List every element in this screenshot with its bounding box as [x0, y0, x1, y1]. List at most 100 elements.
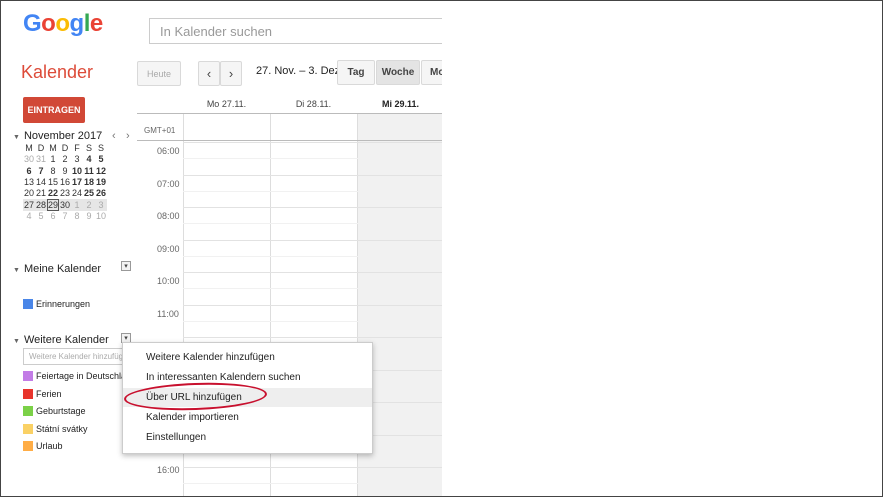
- calendar-color-swatch[interactable]: [23, 441, 33, 451]
- mini-calendar-day[interactable]: 22: [47, 188, 59, 199]
- menu-item-import-calendar[interactable]: Kalender importieren: [123, 408, 372, 427]
- mini-calendar-day[interactable]: 23: [59, 188, 71, 199]
- calendar-color-swatch[interactable]: [23, 389, 33, 399]
- calendar-item-label: Geburtstage: [36, 406, 86, 416]
- mini-calendar-day[interactable]: 9: [59, 166, 71, 177]
- mini-calendar-day[interactable]: 15: [47, 177, 59, 188]
- weekday-header: D: [61, 143, 69, 154]
- my-calendars-header[interactable]: ▼ Meine Kalender: [13, 263, 101, 275]
- timezone-label: GMT+01: [144, 126, 176, 135]
- mini-calendar-day[interactable]: 27: [23, 199, 35, 211]
- hour-line: [183, 175, 442, 176]
- logo-letter: g: [69, 10, 85, 37]
- mini-calendar-day[interactable]: 3: [71, 154, 83, 165]
- calendar-color-swatch[interactable]: [23, 424, 33, 434]
- mini-calendar-day[interactable]: 12: [95, 166, 107, 177]
- collapse-triangle-icon: ▼: [13, 134, 20, 141]
- half-hour-line: [183, 288, 442, 289]
- mini-calendar-day[interactable]: 8: [47, 166, 59, 177]
- mini-calendar-day[interactable]: 20: [23, 188, 35, 199]
- mini-calendar-day[interactable]: 25: [83, 188, 95, 199]
- calendar-color-swatch[interactable]: [23, 406, 33, 416]
- mini-calendar-day[interactable]: 1: [71, 199, 83, 211]
- app-title: Kalender: [21, 62, 94, 82]
- mini-calendar-day[interactable]: 13: [23, 177, 35, 188]
- search-input[interactable]: In Kalender suchen: [149, 18, 442, 44]
- mini-prev-month-button[interactable]: ‹: [112, 130, 116, 142]
- mini-calendar-day[interactable]: 30: [59, 199, 71, 211]
- mini-calendar-day[interactable]: 4: [23, 211, 35, 222]
- day-header-mon[interactable]: Mo 27.11.: [183, 99, 270, 109]
- hour-line: [183, 240, 442, 241]
- calendar-item-label: Urlaub: [36, 441, 63, 451]
- mini-calendar-day[interactable]: 5: [35, 211, 47, 222]
- today-button[interactable]: Heute: [137, 61, 181, 86]
- mini-calendar-day[interactable]: 30: [23, 154, 35, 165]
- my-calendars-menu-button[interactable]: ▾: [121, 261, 131, 271]
- mini-next-month-button[interactable]: ›: [126, 130, 130, 142]
- mini-calendar-day[interactable]: 29: [47, 199, 59, 211]
- mini-calendar-day[interactable]: 16: [59, 177, 71, 188]
- calendar-item[interactable]: Státní svátky: [23, 424, 88, 434]
- mini-calendar-day[interactable]: 18: [83, 177, 95, 188]
- mini-calendar-day[interactable]: 10: [95, 211, 107, 222]
- mini-calendar-day[interactable]: 17: [71, 177, 83, 188]
- mini-calendar-day[interactable]: 10: [71, 166, 83, 177]
- mini-calendar-day[interactable]: 24: [71, 188, 83, 199]
- menu-item-add-by-url[interactable]: Über URL hinzufügen: [123, 388, 372, 407]
- mini-calendar-day[interactable]: 1: [47, 154, 59, 165]
- other-calendars-label: Weitere Kalender: [23, 334, 109, 346]
- view-day-button[interactable]: Tag: [337, 60, 375, 85]
- day-header-tue[interactable]: Di 28.11.: [270, 99, 357, 109]
- mini-calendar-day[interactable]: 5: [95, 154, 107, 165]
- google-logo[interactable]: Google: [23, 10, 103, 38]
- mini-calendar-day[interactable]: 26: [95, 188, 107, 199]
- hour-label: 07:00: [157, 179, 180, 189]
- prev-week-button[interactable]: ‹: [198, 61, 220, 86]
- next-week-button[interactable]: ›: [220, 61, 242, 86]
- mini-calendar-day[interactable]: 6: [23, 166, 35, 177]
- add-calendar-input[interactable]: Weitere Kalender hinzufügen: [23, 348, 123, 365]
- view-month-button[interactable]: Mo: [421, 60, 442, 85]
- menu-item-settings[interactable]: Einstellungen: [123, 428, 372, 447]
- mini-calendar-day[interactable]: 2: [83, 199, 95, 211]
- view-week-button[interactable]: Woche: [376, 60, 420, 85]
- mini-calendar-day[interactable]: 11: [83, 166, 95, 177]
- grid-divider: [137, 113, 442, 114]
- half-hour-line: [183, 256, 442, 257]
- mini-calendar-header[interactable]: ▼ November 2017: [13, 130, 102, 142]
- calendar-item[interactable]: Urlaub: [23, 441, 63, 451]
- menu-item-browse-calendars[interactable]: In interessanten Kalendern suchen: [123, 368, 372, 387]
- hour-label: 10:00: [157, 276, 180, 286]
- half-hour-line: [183, 191, 442, 192]
- menu-item-add-calendars[interactable]: Weitere Kalender hinzufügen: [123, 348, 372, 367]
- hour-line: [183, 467, 442, 468]
- mini-calendar-day[interactable]: 14: [35, 177, 47, 188]
- mini-calendar-day[interactable]: 2: [59, 154, 71, 165]
- mini-calendar-day[interactable]: 4: [83, 154, 95, 165]
- mini-calendar-day[interactable]: 3: [95, 199, 107, 211]
- mini-calendar-day[interactable]: 7: [59, 211, 71, 222]
- hour-label: 08:00: [157, 211, 180, 221]
- day-header-wed[interactable]: Mi 29.11.: [357, 99, 442, 109]
- calendar-item-erinnerungen[interactable]: Erinnerungen: [23, 299, 90, 309]
- mini-calendar-day[interactable]: 28: [35, 199, 47, 211]
- logo-letter: o: [41, 10, 56, 37]
- other-calendars-header[interactable]: ▼ Weitere Kalender: [13, 334, 109, 346]
- calendar-color-swatch[interactable]: [23, 299, 33, 309]
- mini-calendar-day[interactable]: 6: [47, 211, 59, 222]
- mini-calendar-day[interactable]: 8: [71, 211, 83, 222]
- calendar-item[interactable]: Ferien: [23, 389, 62, 399]
- mini-calendar-day[interactable]: 19: [95, 177, 107, 188]
- half-hour-line: [183, 223, 442, 224]
- calendar-color-swatch[interactable]: [23, 371, 33, 381]
- calendar-item[interactable]: Geburtstage: [23, 406, 86, 416]
- weekday-header: D: [37, 143, 45, 154]
- calendar-item[interactable]: Feiertage in Deutschland: [23, 371, 136, 381]
- mini-calendar-day[interactable]: 9: [83, 211, 95, 222]
- mini-calendar-day[interactable]: 7: [35, 166, 47, 177]
- mini-calendar-day[interactable]: 31: [35, 154, 47, 165]
- mini-calendar-month: November 2017: [23, 130, 103, 142]
- create-event-button[interactable]: EINTRAGEN: [23, 97, 85, 123]
- mini-calendar-day[interactable]: 21: [35, 188, 47, 199]
